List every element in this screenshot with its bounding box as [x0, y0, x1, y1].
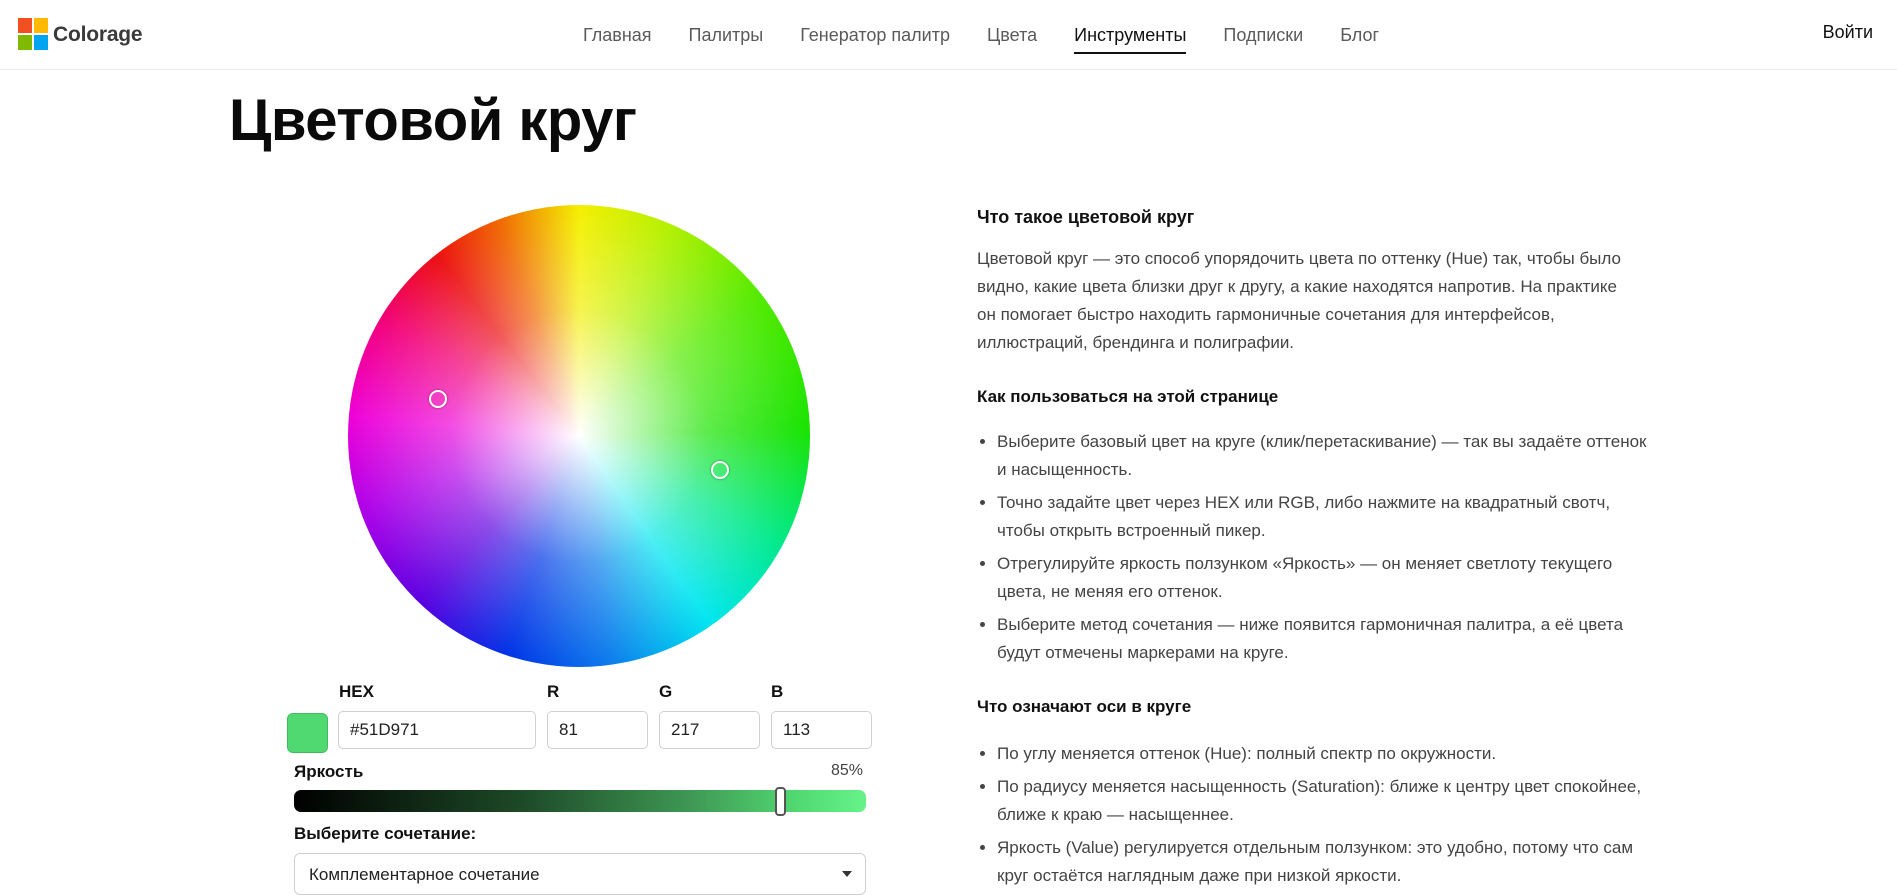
combination-label: Выберите сочетание:	[294, 824, 477, 843]
base-color-marker[interactable]	[711, 461, 729, 479]
nav-item-palettes[interactable]: Палитры	[689, 22, 764, 48]
nav-item-home[interactable]: Главная	[583, 22, 652, 48]
main-nav: Главная Палитры Генератор палитр Цвета И…	[583, 0, 1379, 69]
nav-item-blog[interactable]: Блог	[1340, 22, 1379, 48]
nav-item-colors[interactable]: Цвета	[987, 22, 1037, 48]
list-item: Точно задайте цвет через HEX или RGB, ли…	[997, 489, 1659, 545]
section-paragraph-what-is: Цветовой круг — это способ упорядочить ц…	[977, 249, 1621, 352]
hex-input[interactable]	[338, 711, 536, 749]
site-header: Colorage Главная Палитры Генератор палит…	[0, 0, 1897, 70]
page-title: Цветовой круг	[229, 88, 637, 153]
b-label: B	[771, 682, 784, 701]
r-input[interactable]	[547, 711, 648, 749]
list-item: Отрегулируйте яркость ползунком «Яркость…	[997, 550, 1659, 606]
nav-item-subscriptions[interactable]: Подписки	[1223, 22, 1303, 48]
g-label: G	[659, 682, 673, 701]
section-heading-what-is: Что такое цветовой круг	[977, 207, 1195, 227]
how-to-use-list: Выберите базовый цвет на круге (клик/пер…	[977, 428, 1659, 672]
section-heading-how-to-use: Как пользоваться на этой странице	[977, 387, 1279, 406]
complement-marker[interactable]	[429, 390, 447, 408]
g-input[interactable]	[659, 711, 760, 749]
nav-item-palette-generator[interactable]: Генератор палитр	[800, 22, 950, 48]
brand-logo[interactable]: Colorage	[18, 18, 143, 51]
list-item: По углу меняется оттенок (Hue): полный с…	[997, 740, 1659, 768]
list-item: По радиусу меняется насыщенность (Satura…	[997, 773, 1659, 829]
hex-label: HEX	[339, 682, 374, 701]
login-link[interactable]: Войти	[1823, 22, 1873, 43]
color-wheel[interactable]	[348, 205, 810, 667]
chevron-down-icon	[842, 871, 852, 877]
list-item: Выберите метод сочетания — ниже появится…	[997, 611, 1659, 667]
combination-selected-value: Комплементарное сочетание	[309, 865, 540, 884]
logo-icon	[18, 18, 49, 51]
section-heading-axes: Что означают оси в круге	[977, 697, 1192, 716]
brightness-slider-thumb[interactable]	[774, 787, 786, 816]
list-item: Яркость (Value) регулируется отдельным п…	[997, 834, 1659, 890]
list-item: Выберите базовый цвет на круге (клик/пер…	[997, 428, 1659, 484]
brand-name: Colorage	[53, 22, 143, 46]
axes-list: По углу меняется оттенок (Hue): полный с…	[977, 740, 1659, 895]
brightness-value: 85%	[831, 762, 864, 779]
color-swatch-button[interactable]	[287, 713, 328, 753]
nav-item-tools[interactable]: Инструменты	[1074, 22, 1187, 54]
brightness-label: Яркость	[294, 762, 364, 781]
combination-select[interactable]: Комплементарное сочетание	[294, 853, 866, 895]
b-input[interactable]	[771, 711, 872, 749]
r-label: R	[547, 682, 560, 701]
